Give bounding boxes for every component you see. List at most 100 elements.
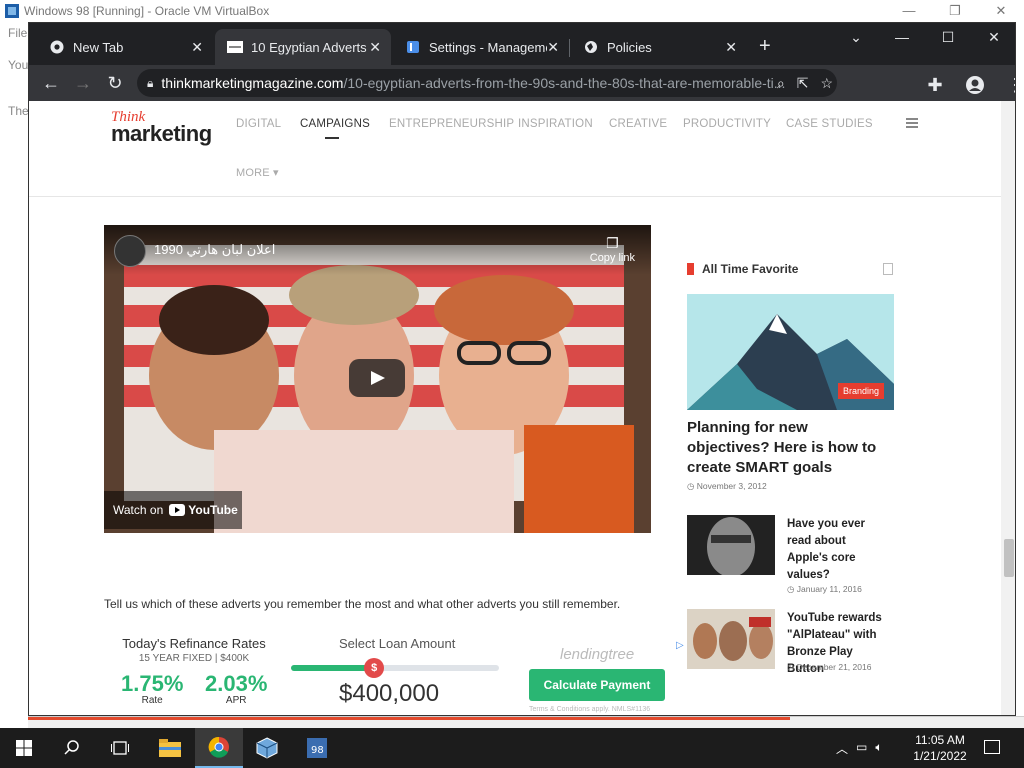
extensions-puzzle-icon[interactable]: ✚ (919, 69, 951, 101)
slider-knob[interactable]: $ (364, 658, 385, 678)
search-icon[interactable] (48, 728, 96, 768)
site-logo[interactable]: Think marketing (111, 109, 221, 147)
share-icon[interactable]: ⇱ (797, 75, 809, 92)
chrome-window: New Tab ✕ 10 Egyptian Adverts f ✕ Settin… (28, 22, 1016, 716)
restore-icon[interactable]: ❐ (932, 0, 978, 22)
vbox-guest-text: You (8, 58, 29, 72)
scrollbar-thumb[interactable] (1004, 539, 1014, 577)
document-icon[interactable] (883, 263, 893, 275)
nav-productivity[interactable]: PRODUCTIVITY (683, 118, 771, 130)
close-icon[interactable]: ✕ (971, 23, 1015, 51)
notification-center-icon[interactable] (984, 740, 1000, 754)
tab-title: Settings - Manageme (429, 39, 547, 55)
channel-avatar[interactable] (114, 235, 146, 267)
tray-chevron-icon[interactable]: ︿ (836, 740, 848, 757)
forward-arrow-icon[interactable]: → (67, 67, 99, 99)
post-thumbnail[interactable] (687, 609, 775, 669)
category-badge[interactable]: Branding (838, 383, 885, 399)
page-scrollbar[interactable] (1001, 101, 1015, 715)
sidebar-heading-text: All Time Favorite (702, 262, 799, 276)
vbox-titlebar: Windows 98 [Running] - Oracle VM Virtual… (0, 0, 1024, 22)
system-tray: ︿ ▭ 🔈︎ (836, 740, 883, 757)
settings-page-icon (405, 39, 421, 55)
loan-amount-slider[interactable]: $ (291, 658, 499, 678)
loan-amount-value: $400,000 (339, 680, 440, 707)
ad-terms[interactable]: Terms & Conditions apply. NMLS#1136 (529, 706, 650, 713)
featured-post-title[interactable]: Planning for new objectives? Here is how… (687, 418, 894, 478)
browser-toolbar: ← → ↻ 🔒︎ thinkmarketingmagazine.com/10-e… (29, 65, 1015, 101)
lendingtree-logo: lendingtree (560, 646, 635, 663)
tab-close-icon[interactable]: ✕ (547, 39, 559, 56)
tab-close-icon[interactable]: ✕ (725, 39, 737, 56)
maximize-icon[interactable]: ☐ (925, 23, 971, 51)
nav-more[interactable]: MORE ▾ (236, 166, 279, 179)
refinance-ad[interactable]: Today's Refinance Rates 15 YEAR FIXED | … (104, 636, 684, 715)
address-bar[interactable]: 🔒︎ thinkmarketingmagazine.com/10-egyptia… (137, 69, 837, 97)
windows-logo-icon (16, 740, 32, 756)
tab-settings[interactable]: Settings - Manageme ✕ (393, 29, 569, 65)
watch-on-label: Watch on (113, 503, 164, 517)
tab-new-tab[interactable]: New Tab ✕ (37, 29, 213, 65)
tab-close-icon[interactable]: ✕ (191, 39, 203, 56)
hamburger-menu-icon[interactable] (906, 118, 918, 128)
tab-close-icon[interactable]: ✕ (369, 39, 381, 56)
vbox-menu-file[interactable]: File (8, 26, 27, 40)
copy-link-label: Copy link (589, 252, 635, 264)
post-thumbnail[interactable] (687, 515, 775, 575)
taskbar-clock[interactable]: 11:05 AM 1/21/2022 (910, 732, 970, 764)
volume-muted-icon[interactable]: 🔈︎ (875, 740, 882, 757)
close-icon[interactable]: ✕ (978, 0, 1024, 22)
post-date: January 11, 2016 (787, 584, 862, 595)
post-title[interactable]: Have you ever read about Apple's core va… (787, 516, 887, 584)
back-arrow-icon[interactable]: ← (35, 67, 67, 99)
tab-title: 10 Egyptian Adverts f (251, 39, 369, 55)
heading-accent (687, 263, 694, 275)
nav-active-indicator (325, 137, 339, 139)
tab-title: New Tab (73, 39, 124, 55)
featured-post-image[interactable]: Branding (687, 294, 894, 410)
reload-icon[interactable]: ↻ (99, 67, 131, 99)
new-tab-plus-icon[interactable]: + (759, 35, 771, 58)
profile-avatar-icon[interactable] (959, 69, 991, 101)
tab-search-chevron-icon[interactable]: ⌄ (833, 23, 879, 51)
sidebar-post[interactable]: Have you ever read about Apple's core va… (687, 515, 897, 594)
rate-label: Rate (141, 695, 163, 706)
rate-block: 1.75% Rate (121, 673, 183, 707)
ad-subheading: 15 YEAR FIXED | $400K (138, 653, 250, 664)
url-path: /10-egyptian-adverts-from-the-90s-and-th… (343, 75, 786, 91)
adchoices-icon[interactable]: ▷ (676, 640, 684, 651)
nav-entrepreneurship[interactable]: ENTREPRENEURSHIP (389, 118, 514, 130)
start-button[interactable] (0, 728, 48, 768)
youtube-video-embed[interactable]: اعلان لبان هارتي 1990 ❐ Copy link Watch … (104, 225, 651, 533)
chrome-taskbar-icon[interactable] (195, 728, 243, 768)
calculate-payment-button[interactable]: Calculate Payment (529, 669, 665, 701)
vbox-guest-text: The (8, 104, 29, 118)
nav-digital[interactable]: DIGITAL (236, 118, 281, 130)
nav-campaigns[interactable]: CAMPAIGNS (300, 118, 370, 130)
url-domain: thinkmarketingmagazine.com (161, 75, 344, 91)
globe-icon (583, 39, 599, 55)
video-title[interactable]: اعلان لبان هارتي 1990 (154, 242, 275, 258)
network-icon[interactable]: ▭ (856, 740, 867, 757)
minimize-icon[interactable]: — (886, 0, 932, 22)
nav-case-studies[interactable]: CASE STUDIES (786, 118, 873, 130)
minimize-icon[interactable]: — (879, 23, 925, 51)
kebab-menu-icon[interactable]: ⋮ (999, 69, 1015, 101)
nav-inspiration[interactable]: INSPIRATION (518, 118, 593, 130)
page-viewport: Think marketing DIGITAL CAMPAIGNS ENTREP… (29, 101, 1001, 715)
sidebar-post[interactable]: YouTube rewards "AlPlateau" with Bronze … (687, 609, 897, 675)
copy-link-button[interactable]: ❐ Copy link (590, 235, 635, 264)
zoom-icon[interactable]: ⌕ (777, 75, 785, 92)
lock-icon[interactable]: 🔒︎ (147, 76, 153, 91)
watch-on-youtube-button[interactable]: Watch on YouTube (104, 491, 242, 529)
nav-creative[interactable]: CREATIVE (609, 118, 667, 130)
tab-egyptian-adverts[interactable]: 10 Egyptian Adverts f ✕ (215, 29, 391, 65)
file-explorer-icon[interactable] (146, 728, 194, 768)
windows98-vm-taskbar-icon[interactable]: 98 (293, 728, 341, 768)
bookmark-star-icon[interactable]: ☆ (820, 75, 833, 92)
tab-policies[interactable]: Policies ✕ (571, 29, 747, 65)
task-view-icon[interactable] (96, 728, 144, 768)
play-button[interactable] (349, 359, 405, 397)
omnibox-actions: ⌕ ⇱ ☆ (777, 75, 833, 92)
virtualbox-taskbar-icon[interactable] (243, 728, 291, 768)
